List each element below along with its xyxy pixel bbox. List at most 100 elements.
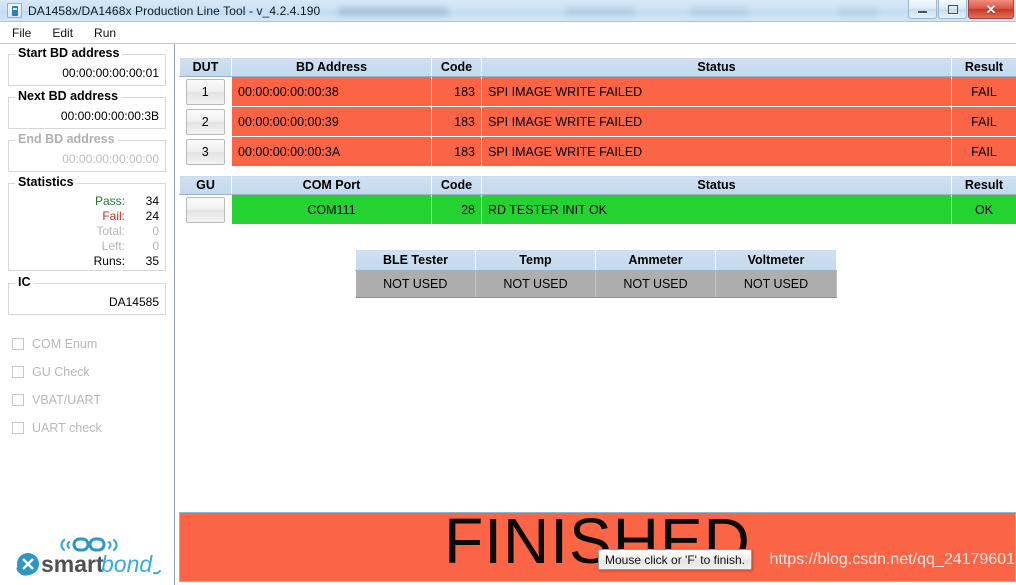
- checkbox-label-uart-check: UART check: [32, 421, 102, 435]
- gu-index-cell[interactable]: [179, 194, 232, 225]
- dut-index-cell[interactable]: 3: [179, 136, 232, 167]
- stat-value-runs: 35: [145, 254, 159, 268]
- checkbox-label-gu-check: GU Check: [32, 365, 90, 379]
- dut-index-cell[interactable]: 1: [179, 76, 232, 107]
- menu-item-edit[interactable]: Edit: [43, 24, 82, 42]
- tooltip-text: Mouse click or 'F' to finish.: [605, 552, 745, 567]
- gu-result-cell: OK: [951, 194, 1016, 225]
- statistics-list: Pass: 34 Fail: 24 Total: 0 Left: 0 Runs:…: [9, 184, 165, 273]
- dut-address-cell: 00:00:00:00:00:38: [231, 76, 432, 107]
- check-list: COM Enum GU Check VBAT/UART UART check: [12, 330, 162, 442]
- equipment-value-ammeter: NOT USED: [595, 270, 716, 298]
- table-row[interactable]: 3 00:00:00:00:00:3A 183 SPI IMAGE WRITE …: [179, 136, 1016, 167]
- checkbox-icon: [12, 394, 24, 406]
- dut-header-dut: DUT: [179, 57, 232, 77]
- table-row[interactable]: 1 00:00:00:00:00:38 183 SPI IMAGE WRITE …: [179, 76, 1016, 107]
- dut-status-cell: SPI IMAGE WRITE FAILED: [481, 76, 952, 107]
- dut-code-cell: 183: [431, 76, 482, 107]
- dut-header-status: Status: [481, 57, 952, 77]
- background-window-artifact: [690, 7, 748, 16]
- menu-item-run[interactable]: Run: [85, 24, 125, 42]
- checkbox-label-com-enum: COM Enum: [32, 337, 98, 351]
- table-row[interactable]: 2 00:00:00:00:00:39 183 SPI IMAGE WRITE …: [179, 106, 1016, 137]
- stat-label-runs: Runs:: [93, 254, 125, 268]
- checkbox-icon: [12, 422, 24, 434]
- dut-header-bd-address: BD Address: [231, 57, 432, 77]
- checkbox-gu-check[interactable]: GU Check: [12, 358, 162, 386]
- next-bd-address-label: Next BD address: [15, 89, 122, 103]
- minimize-button[interactable]: [908, 0, 937, 19]
- window-title: DA1458x/DA1468x Production Line Tool - v…: [28, 3, 321, 18]
- table-row[interactable]: COM111 28 RD TESTER INIT OK OK: [179, 194, 1016, 225]
- dut-code-cell: 183: [431, 106, 482, 137]
- stat-label-total: Total:: [96, 224, 125, 238]
- ic-label: IC: [15, 275, 34, 289]
- smartbond-logo-svg: smart bond: [16, 537, 161, 577]
- gu-index-button[interactable]: [185, 196, 225, 223]
- dut-index-button[interactable]: 2: [185, 108, 225, 135]
- gu-code-cell: 28: [431, 194, 482, 225]
- ic-group: IC DA14585: [8, 275, 166, 315]
- gu-header-code: Code: [431, 175, 482, 195]
- dut-header-code: Code: [431, 57, 482, 77]
- dut-result-cell: FAIL: [951, 106, 1016, 137]
- equipment-value-voltmeter: NOT USED: [715, 270, 837, 298]
- gu-com-port-cell: COM111: [231, 194, 432, 225]
- gu-header-result: Result: [951, 175, 1016, 195]
- title-bar-left: DA1458x/DA1468x Production Line Tool - v…: [7, 3, 320, 18]
- equipment-header-voltmeter: Voltmeter: [715, 249, 837, 271]
- stat-label-fail: Fail:: [102, 209, 125, 223]
- end-bd-address-group: End BD address 00:00:00:00:00:00: [8, 132, 166, 172]
- maximize-icon: [947, 4, 958, 14]
- checkbox-uart-check[interactable]: UART check: [12, 414, 162, 442]
- stat-label-left: Left:: [101, 239, 125, 253]
- close-button[interactable]: ✕: [968, 0, 1014, 19]
- dut-index-cell[interactable]: 2: [179, 106, 232, 137]
- window-controls: ✕: [907, 0, 1014, 19]
- stat-label-pass: Pass:: [94, 194, 125, 208]
- equipment-header-ble-tester: BLE Tester: [355, 249, 476, 271]
- background-window-artifact: [838, 7, 878, 16]
- equipment-value-temp: NOT USED: [475, 270, 596, 298]
- gu-header-gu: GU: [179, 175, 232, 195]
- gu-table: GU COM Port Code Status Result COM111 28…: [179, 175, 1016, 225]
- checkbox-vbat-uart[interactable]: VBAT/UART: [12, 386, 162, 414]
- gu-status-cell: RD TESTER INIT OK: [481, 194, 952, 225]
- menu-bar: File Edit Run: [0, 22, 1016, 44]
- logo-text-bond: bond: [101, 551, 153, 577]
- finished-banner[interactable]: FINISHED https://blog.csdn.net/qq_241796…: [179, 512, 1016, 582]
- dut-table-header-row: DUT BD Address Code Status Result: [179, 57, 1016, 77]
- equipment-table: BLE Tester Temp Ammeter Voltmeter NOT US…: [355, 249, 837, 298]
- dut-index-button[interactable]: 1: [185, 78, 225, 105]
- dut-index-button[interactable]: 3: [185, 138, 225, 165]
- checkbox-icon: [12, 366, 24, 378]
- background-window-artifact: [565, 7, 635, 16]
- statistics-label: Statistics: [15, 175, 77, 189]
- stat-row-left: Left: 0: [13, 239, 159, 254]
- dut-address-cell: 00:00:00:00:00:3A: [231, 136, 432, 167]
- dut-status-cell: SPI IMAGE WRITE FAILED: [481, 106, 952, 137]
- stat-value-total: 0: [152, 224, 159, 238]
- gu-header-status: Status: [481, 175, 952, 195]
- dut-status-cell: SPI IMAGE WRITE FAILED: [481, 136, 952, 167]
- stat-value-left: 0: [152, 239, 159, 253]
- gu-header-com-port: COM Port: [231, 175, 432, 195]
- maximize-button[interactable]: [938, 0, 967, 19]
- stat-row-pass: Pass: 34: [13, 194, 159, 209]
- checkbox-label-vbat-uart: VBAT/UART: [32, 393, 101, 407]
- menu-item-file[interactable]: File: [3, 24, 40, 42]
- equipment-header-row: BLE Tester Temp Ammeter Voltmeter: [355, 249, 837, 271]
- watermark-text: https://blog.csdn.net/qq_24179601: [769, 551, 1015, 568]
- statistics-group: Statistics Pass: 34 Fail: 24 Total: 0 Le…: [8, 175, 166, 273]
- start-bd-address-group: Start BD address 00:00:00:00:00:01: [8, 46, 166, 86]
- checkbox-com-enum[interactable]: COM Enum: [12, 330, 162, 358]
- end-bd-address-label: End BD address: [15, 132, 118, 146]
- gu-table-header-row: GU COM Port Code Status Result: [179, 175, 1016, 195]
- logo-text-smart: smart: [41, 551, 104, 577]
- stat-value-fail: 24: [145, 209, 159, 223]
- tooltip: Mouse click or 'F' to finish.: [598, 549, 752, 570]
- dut-result-cell: FAIL: [951, 136, 1016, 167]
- equipment-header-ammeter: Ammeter: [595, 249, 716, 271]
- app-icon: [7, 3, 22, 18]
- dut-result-cell: FAIL: [951, 76, 1016, 107]
